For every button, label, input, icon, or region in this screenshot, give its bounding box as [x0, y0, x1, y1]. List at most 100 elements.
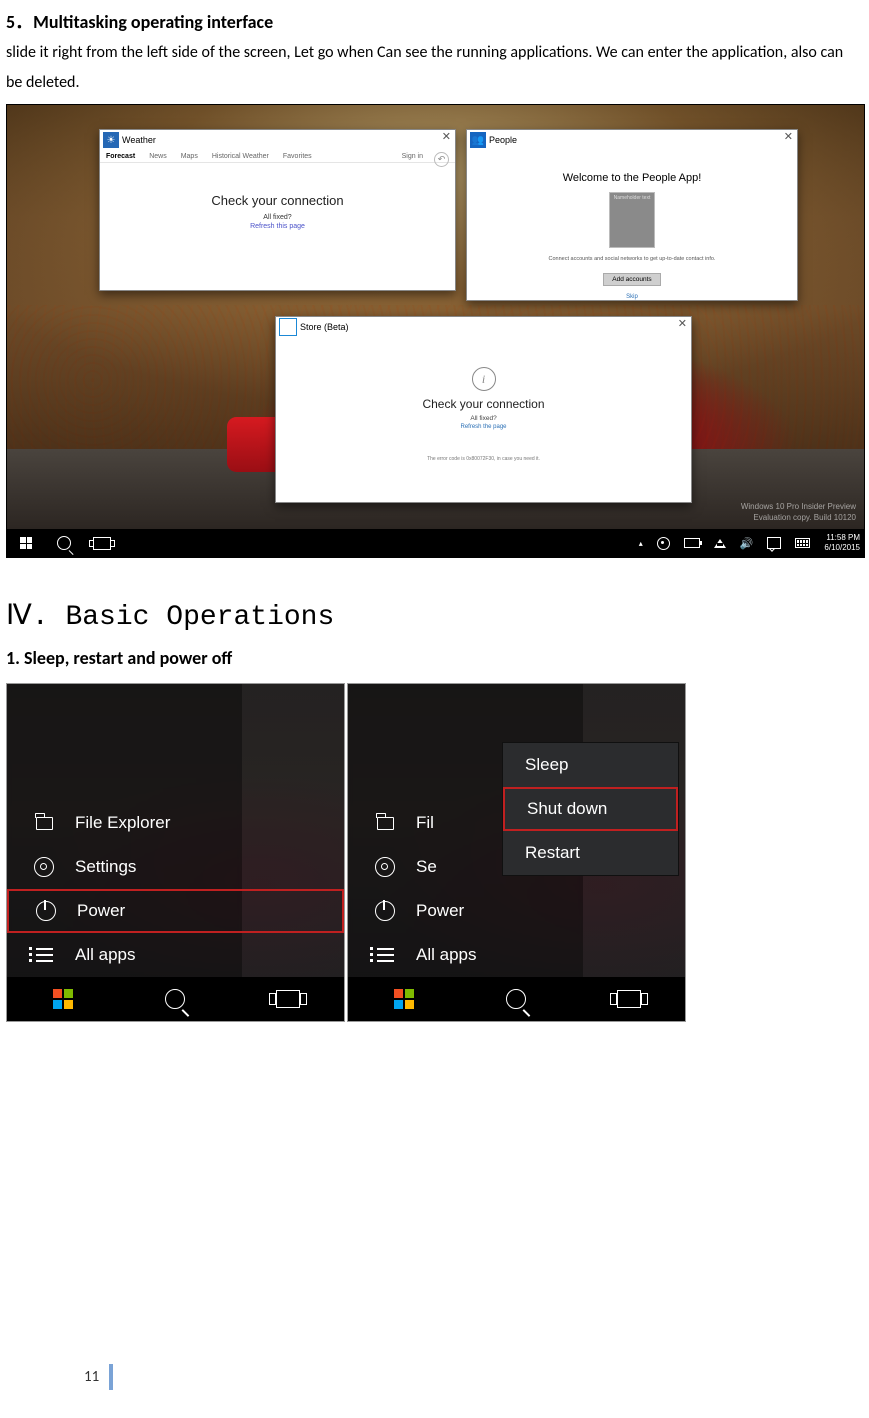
- start-menu-list: File Explorer Settings Power All apps: [7, 801, 344, 977]
- page-number: 11: [84, 1368, 109, 1386]
- start-item-label: All apps: [75, 945, 135, 965]
- window-store[interactable]: ⧉ Store (Beta) ✕ i Check your connection…: [275, 316, 692, 503]
- close-icon[interactable]: ✕: [678, 317, 687, 330]
- taskbar-time: 11:58 PM: [824, 533, 860, 543]
- section-5-heading: 5．Multitasking operating interface: [6, 8, 863, 34]
- search-button[interactable]: [45, 529, 83, 557]
- task-view-icon: [93, 537, 111, 550]
- watermark-line1: Windows 10 Pro Insider Preview: [741, 501, 856, 512]
- start-item-label: File Explorer: [75, 813, 170, 833]
- start-item-label: Settings: [75, 857, 136, 877]
- add-accounts-button[interactable]: Add accounts: [603, 273, 660, 286]
- section-iv-heading: Ⅳ. Basic Operations: [6, 598, 863, 633]
- people-skip-link[interactable]: Skip: [487, 294, 777, 300]
- weather-title: Weather: [122, 135, 156, 145]
- weather-refresh-link[interactable]: Refresh this page: [100, 223, 455, 230]
- search-button[interactable]: [119, 977, 231, 1021]
- gear-icon: [34, 857, 54, 877]
- start-item-all-apps[interactable]: All apps: [348, 933, 685, 977]
- weather-tab-news[interactable]: News: [149, 153, 167, 160]
- screenshot-power-row: File Explorer Settings Power All apps: [6, 683, 863, 1022]
- taskbar-date: 6/10/2015: [824, 543, 860, 553]
- people-desc: Connect accounts and social networks to …: [487, 256, 777, 262]
- weather-subtext: All fixed?: [100, 214, 455, 221]
- start-item-label: Power: [416, 901, 464, 921]
- windows-logo-icon: [394, 989, 414, 1009]
- task-view-button[interactable]: [573, 977, 685, 1021]
- weather-app-icon: ☀: [103, 132, 119, 148]
- folder-icon: [36, 817, 53, 830]
- power-menu-restart[interactable]: Restart: [503, 831, 678, 875]
- page-footer: 11: [84, 1364, 113, 1390]
- start-button[interactable]: [7, 529, 45, 557]
- power-menu-popup: Sleep Shut down Restart: [502, 742, 679, 876]
- start-item-label: Fil: [416, 813, 434, 833]
- weather-tab-historical[interactable]: Historical Weather: [212, 153, 269, 160]
- task-view-button[interactable]: [232, 977, 344, 1021]
- taskbar-clock[interactable]: 11:58 PM 6/10/2015: [824, 533, 860, 553]
- window-weather[interactable]: ☀ Weather ✕ Forecast News Maps Historica…: [99, 129, 456, 291]
- list-icon: [36, 948, 53, 962]
- power-icon: [375, 901, 395, 921]
- store-subtext: All fixed?: [276, 415, 691, 422]
- weather-tab-maps[interactable]: Maps: [181, 153, 198, 160]
- screenshot-power-menu: Fil Se Power All apps Sleep Shut down: [347, 683, 686, 1022]
- start-item-power[interactable]: Power: [348, 889, 685, 933]
- section-5-paragraph: slide it right from the left side of the…: [6, 38, 863, 98]
- weather-back-icon[interactable]: ↶: [434, 152, 449, 167]
- people-placeholder-image: Nameholder text: [609, 192, 655, 248]
- task-view-button[interactable]: [83, 529, 121, 557]
- start-item-file-explorer[interactable]: File Explorer: [7, 801, 344, 845]
- store-error-code: The error code is 0x80072F30, in case yo…: [276, 456, 691, 462]
- page-number-accent-bar: [109, 1364, 113, 1390]
- weather-headline: Check your connection: [100, 193, 455, 208]
- battery-icon[interactable]: [684, 538, 700, 548]
- start-item-all-apps[interactable]: All apps: [7, 933, 344, 977]
- close-icon[interactable]: ✕: [442, 130, 451, 143]
- start-item-settings[interactable]: Settings: [7, 845, 344, 889]
- start-button[interactable]: [348, 977, 460, 1021]
- power-icon: [36, 901, 56, 921]
- search-icon: [57, 536, 71, 550]
- start-item-power[interactable]: Power: [7, 889, 344, 933]
- window-people[interactable]: 👥 People ✕ Welcome to the People App! Na…: [466, 129, 798, 301]
- search-icon: [506, 989, 526, 1009]
- start-item-label: All apps: [416, 945, 476, 965]
- people-welcome: Welcome to the People App!: [487, 172, 777, 184]
- store-refresh-link[interactable]: Refresh the page: [276, 424, 691, 430]
- list-icon: [377, 948, 394, 962]
- screenshot-multitasking: Windows 10 Pro Insider Preview Evaluatio…: [6, 104, 865, 558]
- power-menu-shutdown[interactable]: Shut down: [503, 787, 678, 831]
- store-headline: Check your connection: [276, 397, 691, 411]
- touch-keyboard-icon[interactable]: [795, 538, 810, 548]
- taskbar: [7, 977, 344, 1021]
- section-iv-1-heading: 1. Sleep, restart and power off: [6, 647, 863, 669]
- weather-signin[interactable]: Sign in: [402, 153, 423, 160]
- power-menu-sleep[interactable]: Sleep: [503, 743, 678, 787]
- wifi-icon[interactable]: [714, 539, 726, 548]
- search-button[interactable]: [460, 977, 572, 1021]
- location-icon[interactable]: [657, 537, 670, 550]
- store-app-icon: ⧉: [279, 318, 297, 336]
- windows-logo-icon: [53, 989, 73, 1009]
- close-icon[interactable]: ✕: [784, 130, 793, 143]
- taskbar: [348, 977, 685, 1021]
- task-view-icon: [276, 990, 300, 1008]
- start-button[interactable]: [7, 977, 119, 1021]
- start-item-label: Power: [77, 901, 125, 921]
- people-title: People: [489, 135, 517, 145]
- taskbar: ▴ 🔊 11:58 PM 6/10/2015: [7, 529, 864, 557]
- start-item-label: Se: [416, 857, 437, 877]
- tray-chevron-up-icon[interactable]: ▴: [639, 539, 643, 548]
- weather-tab-favorites[interactable]: Favorites: [283, 153, 312, 160]
- screenshot-start-power: File Explorer Settings Power All apps: [6, 683, 345, 1022]
- notifications-icon[interactable]: [767, 537, 781, 549]
- weather-titlebar[interactable]: ☀ Weather ✕: [100, 130, 455, 150]
- folder-icon: [377, 817, 394, 830]
- store-titlebar[interactable]: ⧉ Store (Beta) ✕: [276, 317, 691, 337]
- windows-logo-icon: [20, 537, 32, 549]
- volume-icon[interactable]: 🔊: [740, 537, 754, 550]
- weather-tab-forecast[interactable]: Forecast: [106, 153, 135, 160]
- store-title: Store (Beta): [300, 322, 349, 332]
- people-titlebar[interactable]: 👥 People ✕: [467, 130, 797, 150]
